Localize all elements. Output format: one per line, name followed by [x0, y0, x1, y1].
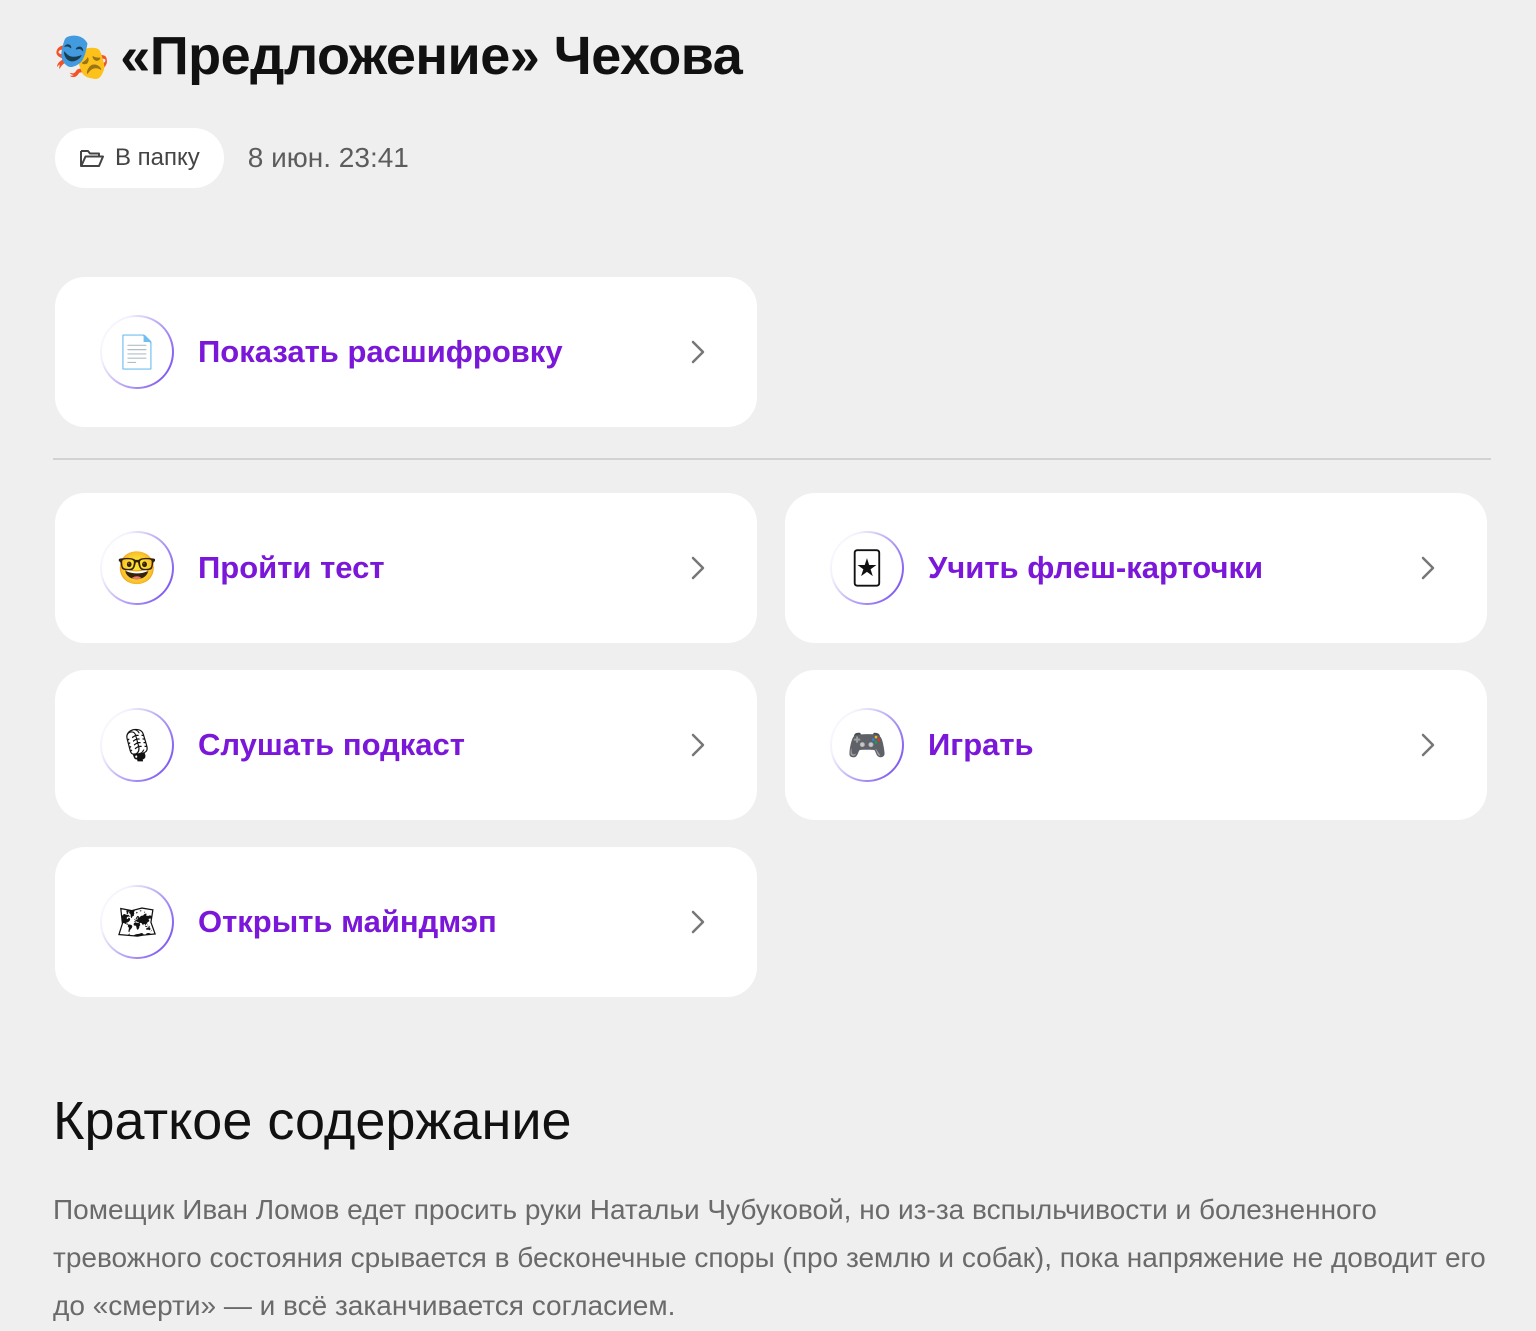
gamepad-icon: 🎮: [830, 708, 904, 782]
document-icon: 📄: [100, 315, 174, 389]
learn-flashcards-label: Учить флеш-карточки: [928, 550, 1264, 585]
title-row: 🎭 «Предложение» Чехова: [53, 24, 743, 88]
play-game-label: Играть: [928, 727, 1034, 762]
joker-card-icon: 🃏: [830, 531, 904, 605]
play-game-card[interactable]: 🎮 Играть: [785, 670, 1487, 820]
show-transcript-label: Показать расшифровку: [198, 334, 563, 369]
move-to-folder-label: В папку: [115, 144, 200, 171]
open-mindmap-card[interactable]: 🗺 Открыть майндмэп: [55, 847, 757, 997]
page-title: «Предложение» Чехова: [120, 26, 743, 86]
move-to-folder-button[interactable]: В папку: [55, 128, 224, 188]
take-test-label: Пройти тест: [198, 550, 385, 585]
summary-heading: Краткое содержание: [53, 1091, 572, 1151]
chevron-right-icon: [691, 910, 705, 934]
theater-masks-icon: 🎭: [53, 29, 111, 83]
folder-icon: [79, 147, 105, 169]
microphone-icon: 🎙: [100, 708, 174, 782]
map-icon: 🗺: [100, 885, 174, 959]
meta-row: В папку 8 июн. 23:41: [55, 128, 409, 188]
listen-podcast-card[interactable]: 🎙 Слушать подкаст: [55, 670, 757, 820]
chevron-right-icon: [691, 733, 705, 757]
open-mindmap-label: Открыть майндмэп: [198, 904, 497, 939]
chevron-right-icon: [1421, 556, 1435, 580]
chevron-right-icon: [1421, 733, 1435, 757]
chevron-right-icon: [691, 556, 705, 580]
take-test-card[interactable]: 🤓 Пройти тест: [55, 493, 757, 643]
chevron-right-icon: [691, 340, 705, 364]
show-transcript-card[interactable]: 📄 Показать расшифровку: [55, 277, 757, 427]
learn-flashcards-card[interactable]: 🃏 Учить флеш-карточки: [785, 493, 1487, 643]
summary-text: Помещик Иван Ломов едет просить руки Нат…: [53, 1194, 1486, 1321]
listen-podcast-label: Слушать подкаст: [198, 727, 465, 762]
divider: [53, 458, 1491, 460]
nerd-face-icon: 🤓: [100, 531, 174, 605]
timestamp: 8 июн. 23:41: [247, 142, 409, 173]
